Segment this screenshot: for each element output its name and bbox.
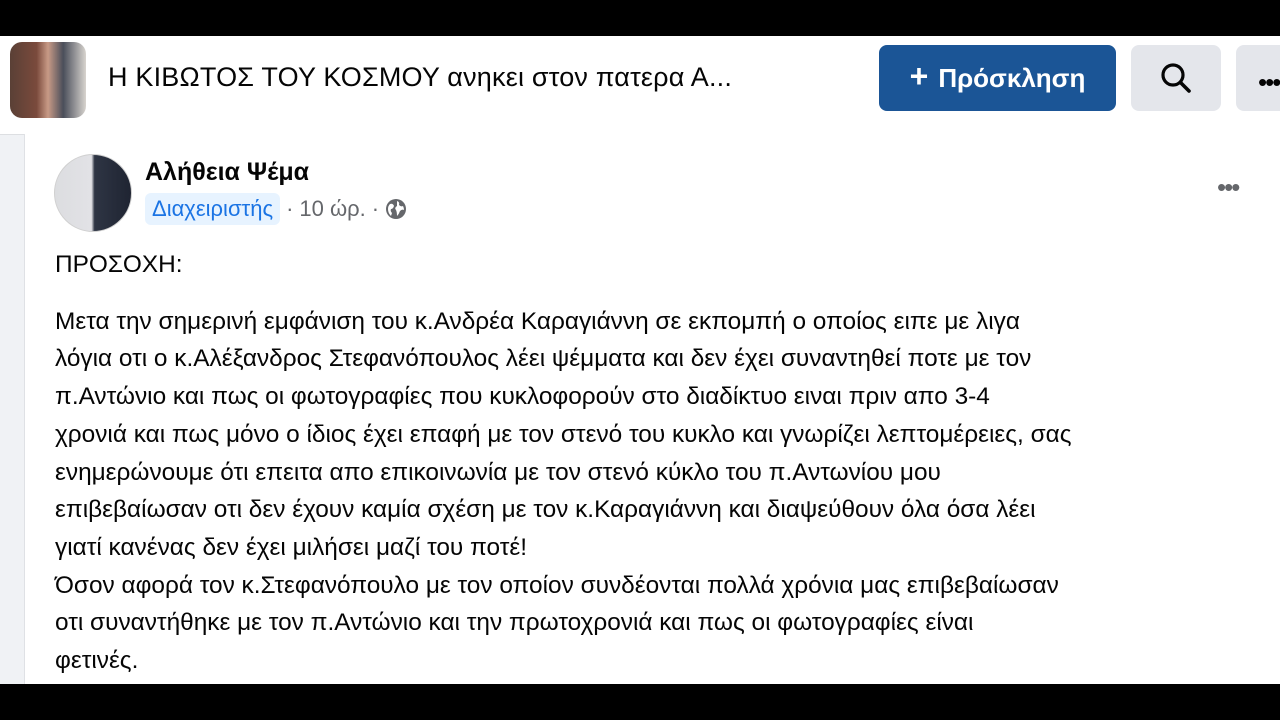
search-icon: [1161, 63, 1191, 93]
role-badge[interactable]: Διαχειριστής: [145, 193, 281, 225]
author-avatar[interactable]: [54, 154, 132, 232]
post-body: ΠΡΟΣΟΧΗ: Μετα την σημερινή εμφάνιση του …: [55, 246, 1270, 680]
group-avatar[interactable]: [10, 42, 86, 118]
post-heading: ΠΡΟΣΟΧΗ:: [55, 251, 183, 278]
post-time[interactable]: 10 ώρ.: [299, 196, 365, 222]
invite-button[interactable]: + Πρόσκληση: [879, 45, 1116, 111]
post-line-9: οτι συναντήθηκε με τον π.Αντώνιο και την…: [55, 609, 974, 637]
more-button[interactable]: •••: [1236, 45, 1280, 111]
plus-icon: +: [909, 58, 929, 94]
invite-label: Πρόσκληση: [938, 62, 1086, 93]
post-line-6: επιβεβαίωσαν οτι δεν έχουν καμία σχέση μ…: [55, 496, 1036, 524]
letterbox-top: [0, 0, 1280, 36]
post-line-8: Όσον αφορά τον κ.Στεφανόπουλο με τον οπο…: [55, 571, 1059, 599]
post-line-2: λόγια οτι ο κ.Αλέξανδρος Στεφανόπουλος λ…: [55, 345, 1032, 373]
post-line-1: Μετα την σημερινή εμφάνιση του κ.Ανδρέα …: [55, 307, 1020, 335]
post-line-7: γιατί κανένας δεν έχει μιλήσει μαζί του …: [55, 533, 528, 561]
author-name[interactable]: Αλήθεια Ψέμα: [145, 158, 309, 187]
post-line-3: π.Αντώνιο και πως οι φωτογραφίες που κυκ…: [55, 383, 990, 411]
search-button[interactable]: [1131, 45, 1221, 111]
post-meta: Διαχειριστής · 10 ώρ. ·: [145, 192, 407, 226]
more-horizontal-icon: •••: [1258, 67, 1280, 97]
group-header: Η ΚΙΒΩΤΟΣ ΤΟΥ ΚΟΣΜΟΥ ανηκει στον πατερα …: [0, 36, 1280, 135]
group-title[interactable]: Η ΚΙΒΩΤΟΣ ΤΟΥ ΚΟΣΜΟΥ ανηκει στον πατερα …: [108, 62, 848, 93]
post-line-10: φετινές.: [55, 647, 139, 675]
letterbox-bottom: [0, 684, 1280, 720]
globe-icon[interactable]: [385, 198, 407, 220]
post-line-4: χρονιά και πως μόνο ο ίδιος έχει επαφή μ…: [55, 420, 1072, 448]
meta-separator-2: ·: [371, 196, 380, 221]
post-line-5: ενημερώνουμε ότι επειτα απο επικοινωνία …: [55, 458, 941, 486]
meta-separator: ·: [286, 196, 294, 221]
post-menu-icon[interactable]: •••: [1217, 172, 1240, 203]
post-card: Αλήθεια Ψέμα Διαχειριστής · 10 ώρ. · •••…: [24, 134, 1280, 694]
